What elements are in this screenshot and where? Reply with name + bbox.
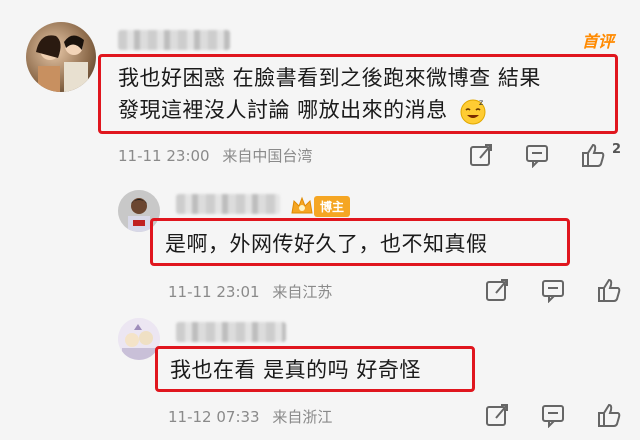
first-comment-badge: 首评 xyxy=(582,32,615,51)
share-icon[interactable] xyxy=(484,402,510,428)
reply-meta: 11-12 07:33 来自浙江 xyxy=(168,406,332,427)
share-icon[interactable] xyxy=(468,142,494,168)
like-icon[interactable] xyxy=(596,402,622,428)
highlight-box xyxy=(150,218,570,266)
reply-location: 来自浙江 xyxy=(272,408,333,426)
comment-icon[interactable] xyxy=(540,277,566,303)
highlight-box xyxy=(98,54,618,134)
crown-icon xyxy=(291,196,313,214)
blogger-badge-label: 博主 xyxy=(314,195,351,217)
reply-time: 11-11 23:01 xyxy=(168,283,260,301)
comment-icon[interactable] xyxy=(524,142,550,168)
highlight-box xyxy=(155,346,475,392)
reply-location: 来自江苏 xyxy=(272,283,333,301)
reply-meta: 11-11 23:01 来自江苏 xyxy=(168,281,332,302)
avatar[interactable] xyxy=(26,22,96,92)
like-icon[interactable] xyxy=(580,142,606,168)
like-icon[interactable] xyxy=(596,277,622,303)
comment-time: 11-11 23:00 xyxy=(118,147,210,165)
username-blurred[interactable] xyxy=(176,322,286,342)
share-icon[interactable] xyxy=(484,277,510,303)
comment-location: 来自中国台湾 xyxy=(222,147,313,165)
like-count: 2 xyxy=(612,142,622,157)
blogger-badge: 博主 xyxy=(290,195,351,217)
username-blurred[interactable] xyxy=(118,30,230,50)
comment-icon[interactable] xyxy=(540,402,566,428)
comment-meta: 11-11 23:00 来自中国台湾 xyxy=(118,145,312,166)
avatar[interactable] xyxy=(118,318,160,360)
reply-time: 11-12 07:33 xyxy=(168,408,260,426)
username-blurred[interactable] xyxy=(176,194,280,214)
